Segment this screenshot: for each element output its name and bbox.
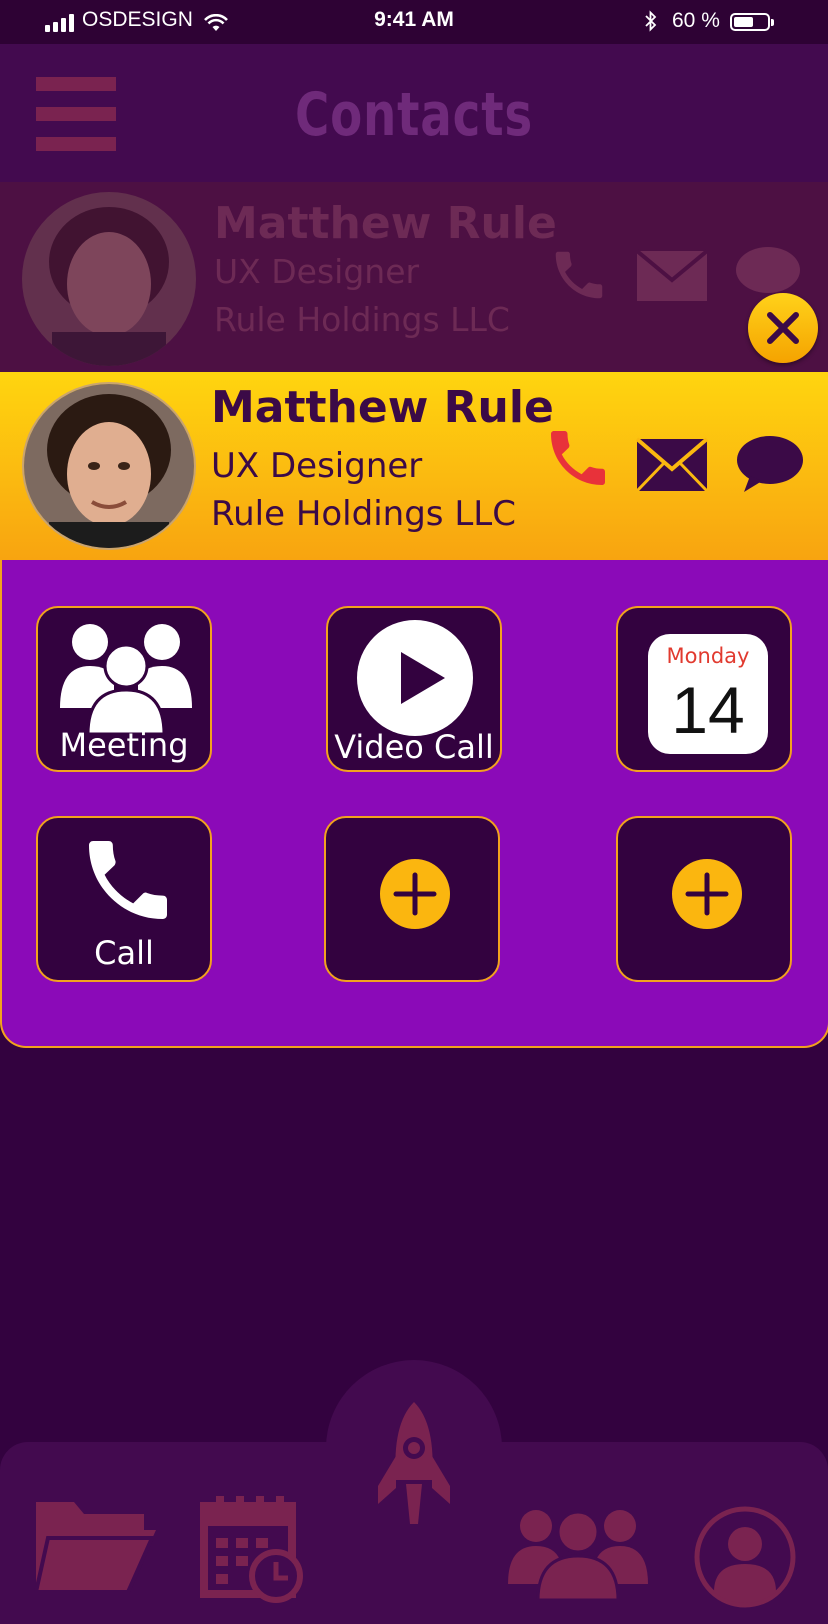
contact-title: UX Designer — [211, 446, 423, 486]
meeting-tile[interactable]: Meeting — [36, 606, 212, 772]
phone-icon[interactable] — [542, 422, 614, 494]
contact-title: UX Designer — [214, 252, 420, 291]
avatar — [22, 192, 196, 366]
contact-row-dimmed[interactable]: Matthew Rule UX Designer Rule Holdings L… — [0, 182, 828, 372]
status-bar: OSDESIGN 9:41 AM 60 % — [0, 0, 828, 44]
plus-icon — [380, 859, 450, 929]
rocket-icon[interactable] — [376, 1400, 452, 1528]
avatar — [22, 382, 196, 550]
mail-icon[interactable] — [634, 248, 710, 304]
calendar-clock-icon[interactable] — [200, 1494, 304, 1604]
battery-fill — [734, 17, 754, 27]
profile-icon[interactable] — [692, 1504, 798, 1610]
mail-icon[interactable] — [634, 436, 710, 494]
calendar-day: Monday — [666, 644, 750, 668]
meeting-label: Meeting — [59, 726, 189, 764]
calendar-icon: Monday 14 — [648, 634, 768, 754]
phone-icon — [89, 841, 167, 919]
meeting-icon — [60, 624, 192, 734]
chat-icon[interactable] — [736, 434, 804, 494]
calendar-date: 14 — [671, 673, 745, 747]
battery-percent: 60 % — [672, 9, 720, 32]
video-call-label: Video Call — [334, 728, 494, 766]
close-icon — [767, 312, 799, 344]
page-title: Contacts — [295, 80, 533, 150]
app-header: Contacts — [0, 44, 828, 182]
add-action-tile[interactable] — [616, 816, 792, 982]
contact-name: Matthew Rule — [211, 382, 554, 433]
add-action-tile[interactable] — [324, 816, 500, 982]
contact-actions-panel: Meeting Video Call Monday 14 Call — [0, 560, 828, 1048]
contact-name: Matthew Rule — [214, 198, 557, 249]
contact-company: Rule Holdings LLC — [214, 300, 510, 339]
contact-company: Rule Holdings LLC — [211, 494, 516, 534]
calendar-tile[interactable]: Monday 14 — [616, 606, 792, 772]
folder-icon[interactable] — [34, 1494, 158, 1594]
phone-icon[interactable] — [548, 244, 610, 306]
contact-card-header: Matthew Rule UX Designer Rule Holdings L… — [0, 372, 828, 560]
call-tile[interactable]: Call — [36, 816, 212, 982]
group-icon[interactable] — [504, 1504, 652, 1600]
plus-icon — [672, 859, 742, 929]
call-label: Call — [94, 934, 154, 972]
close-button[interactable] — [748, 293, 818, 363]
bluetooth-icon — [645, 10, 657, 32]
play-icon — [357, 620, 473, 736]
battery-icon — [730, 13, 774, 31]
video-call-tile[interactable]: Video Call — [326, 606, 502, 772]
